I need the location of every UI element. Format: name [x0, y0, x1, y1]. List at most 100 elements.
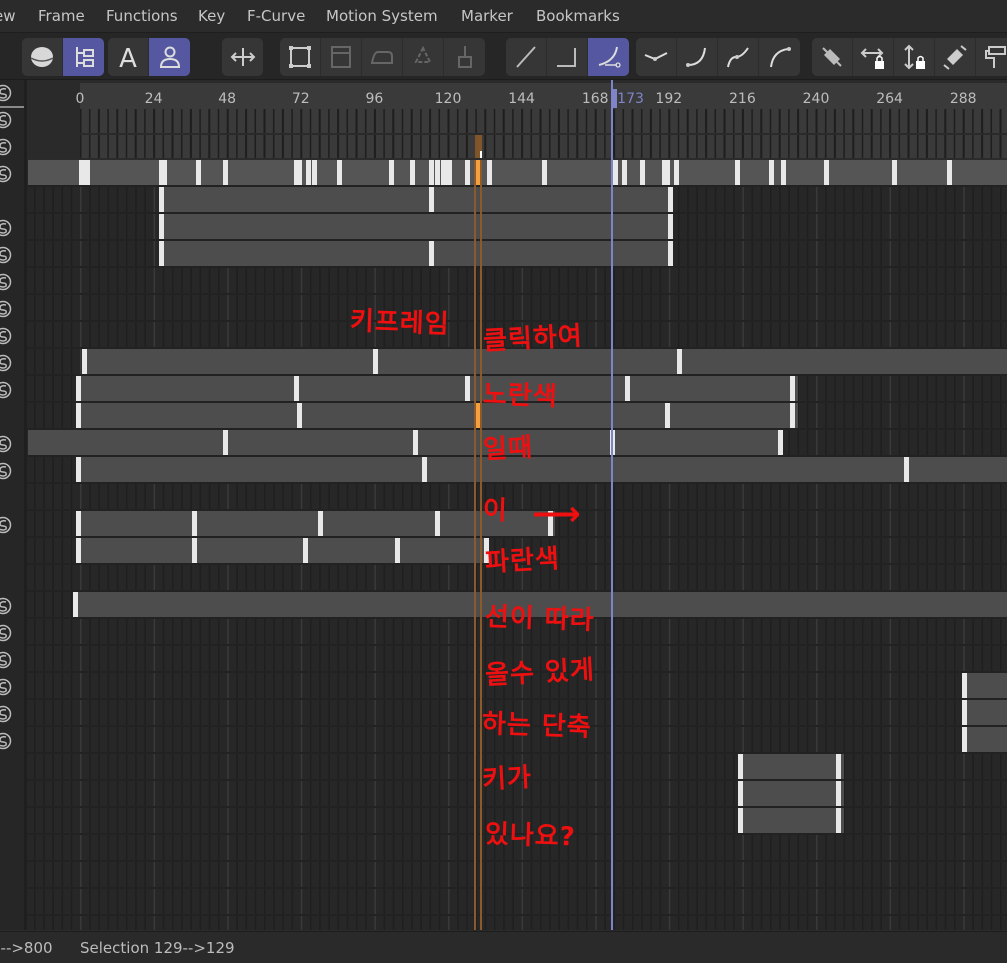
key-range-bar[interactable]	[963, 673, 1007, 698]
track-row[interactable]	[27, 889, 1007, 916]
track-type-icon[interactable]	[0, 651, 12, 669]
break-tangent-button[interactable]	[812, 38, 853, 76]
menu-functions[interactable]: Functions	[106, 7, 178, 25]
menu-key[interactable]: Key	[198, 7, 225, 25]
keyframe[interactable]	[674, 160, 679, 185]
keyframe[interactable]	[82, 349, 87, 374]
sphere-button[interactable]	[22, 38, 63, 76]
menu-ew[interactable]: ew	[0, 7, 16, 25]
key-range-bar[interactable]	[28, 430, 782, 455]
clapper-button[interactable]	[321, 38, 362, 76]
keyframe[interactable]	[738, 781, 743, 806]
keyframe[interactable]	[337, 160, 342, 185]
track-type-icon[interactable]	[0, 732, 12, 750]
keyframe[interactable]	[613, 160, 618, 185]
track-type-icon[interactable]	[0, 516, 12, 534]
key-range-bar[interactable]	[160, 187, 672, 212]
iron-button[interactable]	[362, 38, 403, 76]
key-range-bar[interactable]	[77, 376, 798, 401]
key-range-bar[interactable]	[963, 700, 1007, 725]
timeline-ruler[interactable]: 024487296120144168192216240264288173	[27, 80, 1007, 158]
track-type-icon[interactable]	[0, 354, 12, 372]
keyframe[interactable]	[677, 349, 682, 374]
keyframe[interactable]	[159, 214, 164, 239]
person-button[interactable]	[149, 38, 190, 76]
keyframe[interactable]	[542, 160, 547, 185]
keyframe[interactable]	[192, 538, 197, 563]
keyframe[interactable]	[192, 511, 197, 536]
keyframe[interactable]	[665, 160, 670, 185]
keyframe[interactable]	[947, 160, 952, 185]
track-type-icon[interactable]	[0, 219, 12, 237]
keyframe[interactable]	[435, 160, 440, 185]
keyframe[interactable]	[962, 727, 967, 752]
move-horizontal-button[interactable]	[222, 38, 263, 76]
text-a-button[interactable]: A	[108, 38, 149, 76]
track-row[interactable]	[27, 511, 1007, 538]
keyframe[interactable]	[487, 160, 492, 185]
frame-all-button[interactable]	[280, 38, 321, 76]
key-range-bar[interactable]	[963, 727, 1007, 752]
keyframe[interactable]	[429, 160, 434, 185]
keyframe[interactable]	[159, 187, 164, 212]
keyframe[interactable]	[410, 160, 415, 185]
keyframe[interactable]	[389, 160, 394, 185]
spline-interp-button[interactable]	[588, 38, 629, 76]
key-range-bar[interactable]	[739, 808, 843, 833]
track-type-icon[interactable]	[0, 138, 12, 156]
keyframe[interactable]	[836, 754, 841, 779]
key-range-bar[interactable]	[77, 538, 488, 563]
track-row[interactable]	[27, 268, 1007, 295]
keyframe[interactable]	[735, 160, 740, 185]
keyframe[interactable]	[73, 592, 78, 617]
keyframe[interactable]	[435, 511, 440, 536]
keyframe[interactable]	[668, 214, 673, 239]
keyframe[interactable]	[962, 673, 967, 698]
unify-tangent-button[interactable]	[935, 38, 976, 76]
keyframe[interactable]	[622, 160, 627, 185]
keyframe[interactable]	[778, 430, 783, 455]
key-range-bar[interactable]	[160, 241, 672, 266]
track-type-icon[interactable]	[0, 327, 12, 345]
paint-roller-button[interactable]	[976, 38, 1007, 76]
keyframe[interactable]	[640, 160, 645, 185]
key-range-bar[interactable]	[77, 403, 798, 428]
track-type-icon[interactable]	[0, 84, 12, 102]
broom-button[interactable]	[444, 38, 485, 76]
lock-value-button[interactable]	[894, 38, 935, 76]
keyframe[interactable]	[429, 187, 434, 212]
menu-frame[interactable]: Frame	[38, 7, 85, 25]
track-row[interactable]	[27, 862, 1007, 889]
key-range-bar[interactable]	[739, 781, 843, 806]
track-type-icon[interactable]	[0, 381, 12, 399]
keyframe[interactable]	[395, 538, 400, 563]
keyframe[interactable]	[306, 160, 311, 185]
keyframe[interactable]	[447, 160, 452, 185]
track-type-icon[interactable]	[0, 462, 12, 480]
keyframe[interactable]	[76, 511, 81, 536]
recycle-button[interactable]	[403, 38, 444, 76]
keyframe[interactable]	[413, 430, 418, 455]
track-type-icon[interactable]	[0, 597, 12, 615]
keyframe[interactable]	[196, 160, 201, 185]
keyframe[interactable]	[223, 160, 228, 185]
menu-f-curve[interactable]: F-Curve	[247, 7, 305, 25]
keyframe[interactable]	[790, 403, 795, 428]
linear-interp-button[interactable]	[506, 38, 547, 76]
track-row[interactable]	[27, 241, 1007, 268]
keyframe[interactable]	[318, 511, 323, 536]
keyframe[interactable]	[76, 457, 81, 482]
keyframe[interactable]	[312, 160, 317, 185]
ease-in-out-button[interactable]	[718, 38, 759, 76]
keyframe[interactable]	[668, 187, 673, 212]
keyframe[interactable]	[294, 376, 299, 401]
track-type-icon[interactable]	[0, 624, 12, 642]
keyframe[interactable]	[668, 241, 673, 266]
keyframe[interactable]	[429, 241, 434, 266]
keyframe[interactable]	[738, 808, 743, 833]
keyframe[interactable]	[76, 538, 81, 563]
ruler-area[interactable]: 024487296120144168192216240264288173	[80, 83, 1007, 158]
keyframe[interactable]	[223, 430, 228, 455]
track-type-icon[interactable]	[0, 435, 12, 453]
track-type-icon[interactable]	[0, 705, 12, 723]
